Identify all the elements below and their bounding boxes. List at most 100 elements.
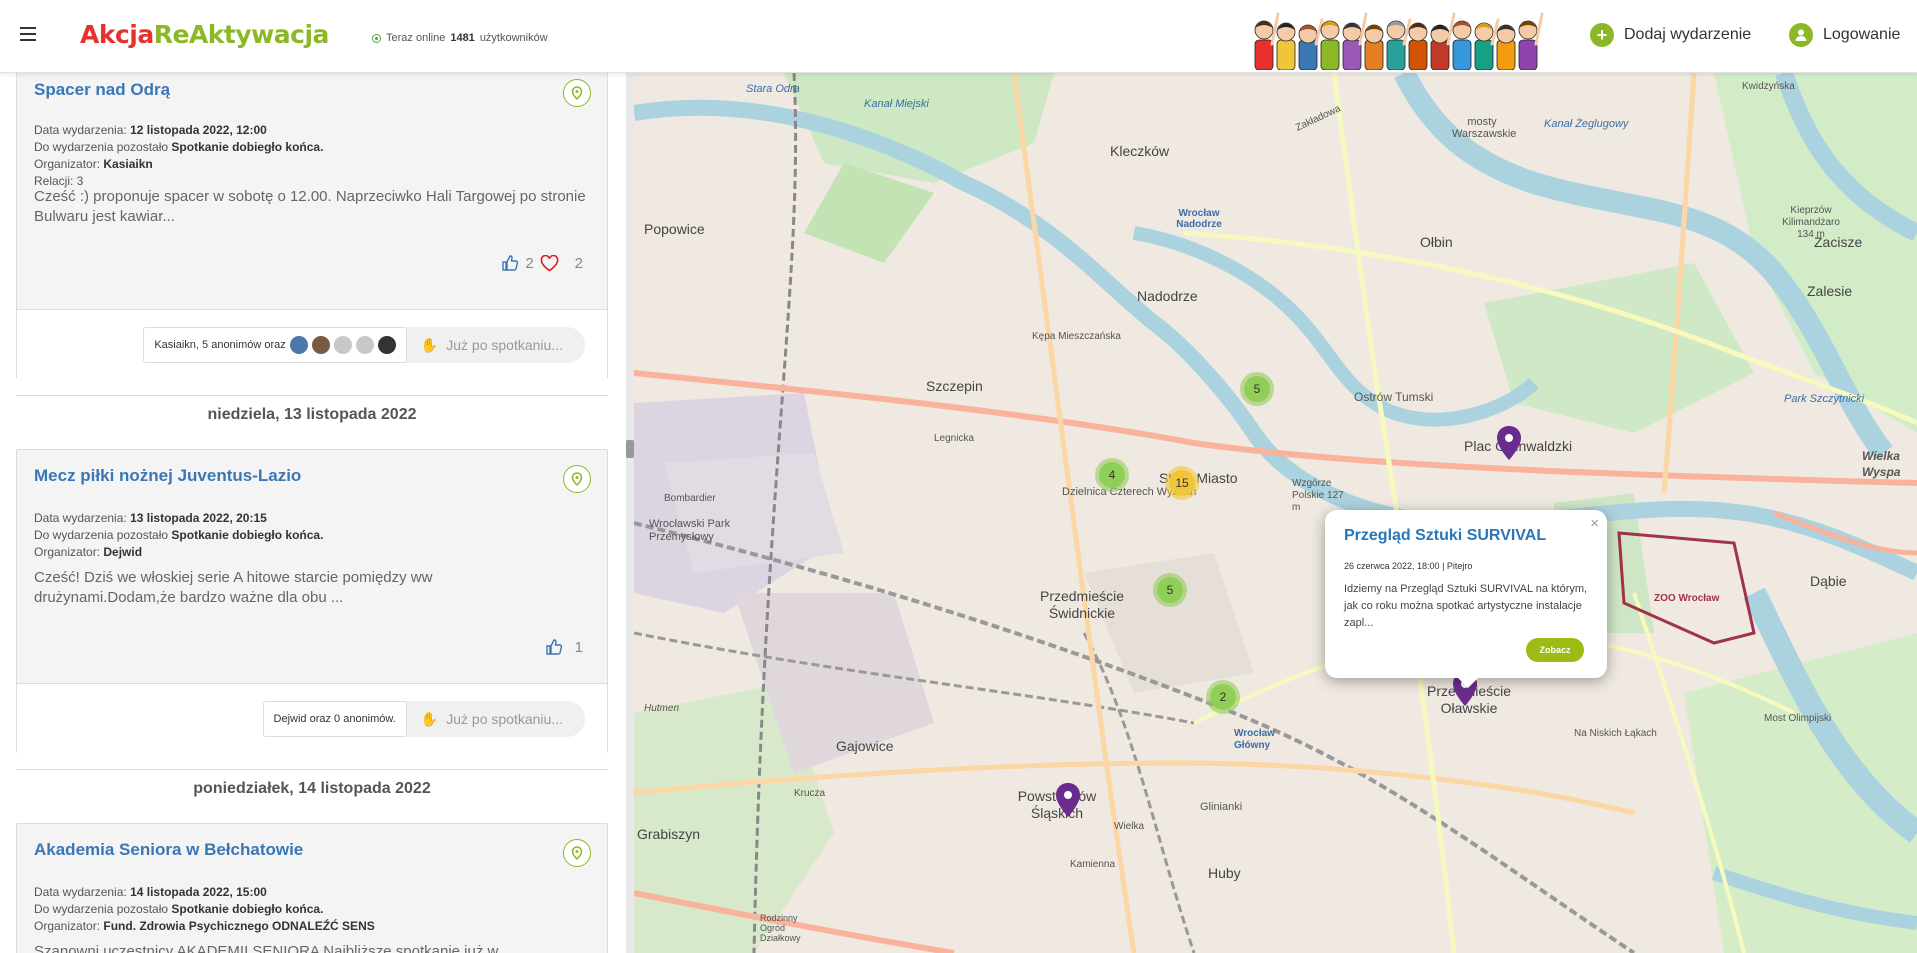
- remaining-label: Do wydarzenia pozostało: [34, 140, 169, 154]
- event-organizer[interactable]: Kasiaikn: [103, 157, 152, 171]
- view-button[interactable]: Zobacz: [1526, 638, 1584, 662]
- event-meta: Data wydarzenia: 12 listopada 2022, 12:0…: [34, 122, 323, 190]
- online-prefix: Teraz online: [386, 32, 446, 44]
- map-base: [634, 73, 1917, 953]
- map-label: Bombardier: [664, 493, 716, 504]
- login-button[interactable]: Logowanie: [1789, 23, 1900, 47]
- map-label: Dąbie: [1810, 573, 1847, 589]
- day-separator: niedziela, 13 listopada 2022: [16, 395, 608, 424]
- after-meeting-label: Już po spotkaniu...: [446, 337, 563, 353]
- cluster-count: 4: [1099, 462, 1125, 488]
- event-footer: Dejwid oraz 0 anonimów. ✋ Już po spotkan…: [17, 683, 607, 753]
- map-marker-pin[interactable]: [1495, 425, 1523, 461]
- map-label: Huby: [1208, 865, 1241, 881]
- thumbs-up-icon[interactable]: [501, 254, 519, 272]
- like-count: 2: [525, 254, 534, 272]
- online-suffix: użytkowników: [479, 32, 548, 44]
- heart-icon[interactable]: [540, 254, 559, 272]
- popup-meta: 26 czerwca 2022, 18:00 | Pitejro: [1344, 561, 1473, 571]
- map-label: Ostrów Tumski: [1354, 390, 1434, 404]
- map-label: Rodzinny Ogród Działkowy: [760, 913, 801, 943]
- avatar: [355, 336, 374, 354]
- online-icon: [372, 33, 381, 43]
- event-description: Cześć :) proponuje spacer w sobotę o 12.…: [34, 188, 586, 225]
- map-label: Krucza: [794, 788, 826, 799]
- attendees-list[interactable]: Kasiaikn, 5 anonimów oraz: [143, 327, 407, 363]
- menu-icon[interactable]: [20, 27, 36, 41]
- event-remaining: Spotkanie dobiegło końca.: [171, 140, 324, 154]
- day-separator: poniedziałek, 14 listopada 2022: [16, 769, 608, 798]
- map-cluster[interactable]: 2: [1206, 680, 1240, 714]
- map-marker-pin[interactable]: [1054, 782, 1082, 818]
- attendees-list[interactable]: Dejwid oraz 0 anonimów.: [262, 701, 407, 737]
- cluster-count: 15: [1169, 470, 1195, 496]
- map-label: Kępa Mieszczańska: [1032, 331, 1121, 342]
- event-footer: Kasiaikn, 5 anonimów oraz ✋ Już po spotk…: [17, 309, 607, 379]
- map-label: mosty Warszawskie: [1452, 116, 1517, 140]
- online-count: 1481: [450, 32, 475, 44]
- event-reactions: 2 2: [501, 254, 583, 272]
- after-meeting-button[interactable]: ✋ Już po spotkaniu...: [407, 711, 585, 728]
- avatar: [333, 336, 352, 354]
- add-event-button[interactable]: + Dodaj wydarzenie: [1590, 23, 1751, 47]
- logo[interactable]: AkcjaReAktywacja: [80, 20, 329, 49]
- close-icon[interactable]: ×: [1590, 515, 1599, 532]
- map-cluster[interactable]: 15: [1165, 466, 1199, 500]
- event-date: 13 listopada 2022, 20:15: [130, 511, 267, 525]
- hand-icon: ✋: [420, 336, 439, 353]
- add-event-label: Dodaj wydarzenie: [1624, 26, 1752, 43]
- pin-icon: [571, 86, 583, 100]
- organizer-label: Organizator:: [34, 919, 101, 933]
- panel-splitter[interactable]: [626, 73, 634, 953]
- logo-part1: Akcja: [80, 20, 154, 49]
- date-label: Data wydarzenia:: [34, 511, 127, 525]
- map-label: Wrocławski Park Przemysłowy: [649, 518, 731, 543]
- map-pin-button[interactable]: [563, 465, 591, 493]
- splitter-grip[interactable]: [626, 440, 634, 458]
- event-title[interactable]: Akademia Seniora w Bełchatowie: [34, 840, 303, 860]
- attendees-text: Dejwid oraz 0 anonimów.: [273, 713, 396, 725]
- event-title[interactable]: Spacer nad Odrą: [34, 80, 170, 100]
- map[interactable]: Stara Odra Kanał Miejski Kleczków mosty …: [634, 73, 1917, 953]
- map-label: Wzgórze Polskie 127 m: [1292, 478, 1344, 513]
- cluster-count: 2: [1210, 684, 1236, 710]
- event-remaining: Spotkanie dobiegło końca.: [171, 902, 324, 916]
- map-cluster[interactable]: 4: [1095, 458, 1129, 492]
- cluster-count: 5: [1157, 577, 1183, 603]
- map-label: ZOO Wrocław: [1654, 593, 1720, 604]
- event-meta: Data wydarzenia: 13 listopada 2022, 20:1…: [34, 510, 323, 561]
- map-label: Zalesie: [1807, 283, 1853, 299]
- map-label: Szczepin: [926, 378, 983, 394]
- map-label: Wrocław Główny: [1234, 728, 1275, 751]
- map-popup: × Przegląd Sztuki SURVIVAL 26 czerwca 20…: [1325, 510, 1607, 688]
- event-title[interactable]: Mecz piłki nożnej Juventus-Lazio: [34, 466, 301, 486]
- event-card: Akademia Seniora w Bełchatowie Data wyda…: [16, 823, 608, 953]
- event-card: Spacer nad Odrą Data wydarzenia: 12 list…: [16, 73, 608, 379]
- map-cluster[interactable]: 5: [1153, 573, 1187, 607]
- hand-icon: ✋: [420, 710, 439, 727]
- map-label: Kanał Żeglugowy: [1544, 118, 1629, 130]
- event-description: Szanowni uczestnicy AKADEMII SENIORA Naj…: [34, 943, 511, 953]
- event-list-panel[interactable]: Spacer nad Odrą Data wydarzenia: 12 list…: [0, 73, 626, 953]
- event-card: Mecz piłki nożnej Juventus-Lazio Data wy…: [16, 449, 608, 753]
- map-label: Nadodrze: [1137, 288, 1198, 304]
- map-label: Popowice: [644, 221, 705, 237]
- map-label: Hutmen: [644, 703, 680, 714]
- heart-count: 2: [574, 254, 583, 272]
- after-meeting-button[interactable]: ✋ Już po spotkaniu...: [407, 337, 585, 354]
- attendees-text: Kasiaikn, 5 anonimów oraz: [154, 339, 286, 351]
- event-organizer[interactable]: Dejwid: [103, 545, 142, 559]
- popup-title[interactable]: Przegląd Sztuki SURVIVAL: [1344, 527, 1546, 545]
- top-bar: AkcjaReAktywacja Teraz online 1481 użytkow…: [0, 0, 1917, 73]
- map-pin-button[interactable]: [563, 839, 591, 867]
- map-cluster[interactable]: 5: [1240, 372, 1274, 406]
- attendees-bar: Dejwid oraz 0 anonimów. ✋ Już po spotkan…: [262, 701, 585, 737]
- thumbs-up-icon[interactable]: [545, 638, 563, 656]
- user-icon: [1789, 23, 1813, 47]
- avatar: [377, 336, 396, 354]
- map-pin-button[interactable]: [563, 79, 591, 107]
- cluster-count: 5: [1244, 376, 1270, 402]
- event-organizer[interactable]: Fund. Zdrowia Psychicznego ODNALEŹĆ SENS: [103, 919, 374, 933]
- plus-icon: +: [1590, 23, 1614, 47]
- map-label: Przedmieście Świdnickie: [1039, 588, 1125, 621]
